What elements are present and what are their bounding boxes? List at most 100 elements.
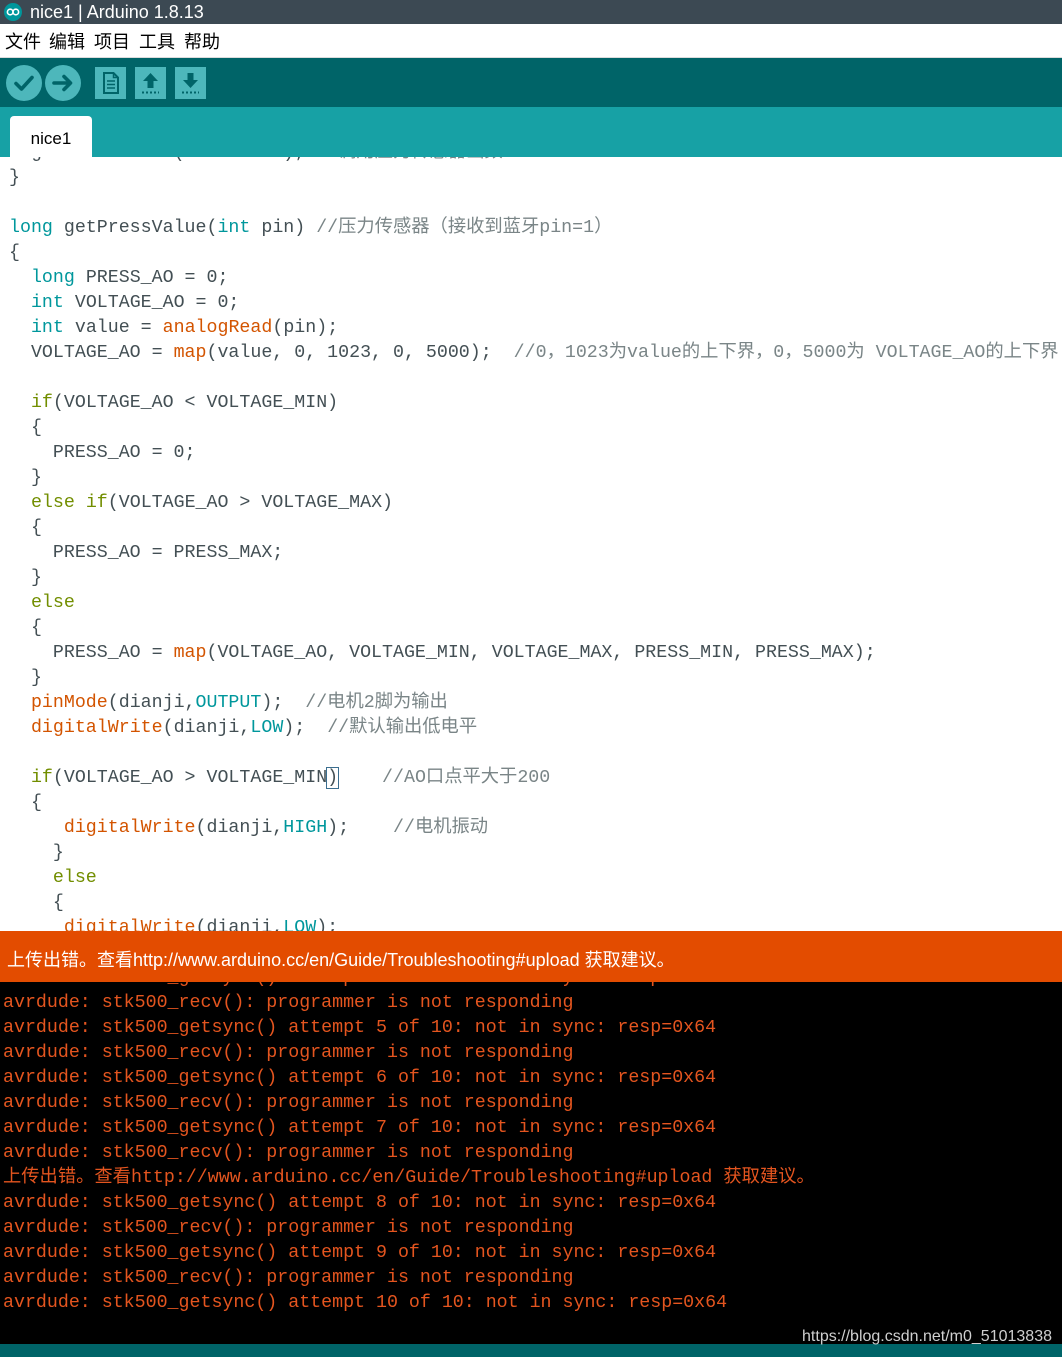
console-line: avrdude: stk500_getsync() attempt 5 of 1… bbox=[3, 1016, 1062, 1041]
code-line[interactable] bbox=[9, 366, 1062, 391]
console-text: avrdude: stk500_recv(): programmer is no… bbox=[3, 1268, 574, 1288]
code-line[interactable]: digitalWrite(dianji,LOW); //默认输出低电平 bbox=[9, 716, 1062, 741]
code-line[interactable] bbox=[9, 741, 1062, 766]
console-line: avrdude: stk500_recv(): programmer is no… bbox=[3, 1091, 1062, 1116]
code-line[interactable]: { bbox=[9, 791, 1062, 816]
menu-sketch[interactable]: 项目 bbox=[94, 24, 130, 57]
code-token: map bbox=[173, 343, 207, 363]
code-line[interactable]: { bbox=[9, 616, 1062, 641]
console-line: avrdude: stk500_getsync() attempt 6 of 1… bbox=[3, 1066, 1062, 1091]
code-token: PRESS_AO = PRESS_MAX; bbox=[9, 543, 284, 563]
code-line[interactable]: long getPressValue(int pin) //压力传感器（接收到蓝… bbox=[9, 216, 1062, 241]
code-token: ); bbox=[283, 718, 328, 738]
code-content: getPressValue(sensorPin); //调用压力传感器函数} lo… bbox=[9, 157, 1062, 931]
code-line[interactable]: int value = analogRead(pin); bbox=[9, 316, 1062, 341]
code-token: //0，1023为value的上下界，0，5000为 VOLTAGE_AO的上下… bbox=[513, 343, 1060, 363]
code-line[interactable]: long PRESS_AO = 0; bbox=[9, 266, 1062, 291]
code-token: PRESS_AO = 0; bbox=[9, 443, 196, 463]
code-line[interactable]: { bbox=[9, 241, 1062, 266]
code-line[interactable]: int VOLTAGE_AO = 0; bbox=[9, 291, 1062, 316]
code-line[interactable]: PRESS_AO = PRESS_MAX; bbox=[9, 541, 1062, 566]
code-token: if bbox=[85, 493, 108, 513]
code-line[interactable]: if(VOLTAGE_AO < VOLTAGE_MIN) bbox=[9, 391, 1062, 416]
verify-button[interactable] bbox=[6, 65, 42, 101]
code-line[interactable]: pinMode(dianji,OUTPUT); //电机2脚为输出 bbox=[9, 691, 1062, 716]
code-token: else bbox=[30, 493, 75, 513]
code-token: map bbox=[173, 643, 207, 663]
menu-edit[interactable]: 编辑 bbox=[49, 24, 85, 57]
code-token: (VOLTAGE_AO > VOLTAGE_MAX) bbox=[107, 493, 394, 513]
window-title: nice1 | Arduino 1.8.13 bbox=[30, 2, 204, 22]
code-line[interactable]: else if(VOLTAGE_AO > VOLTAGE_MAX) bbox=[9, 491, 1062, 516]
code-line[interactable]: PRESS_AO = 0; bbox=[9, 441, 1062, 466]
code-token: //电机振动 bbox=[393, 818, 489, 838]
tab-label: nice1 bbox=[30, 129, 72, 148]
tab-nice1[interactable]: nice1 bbox=[10, 116, 92, 157]
code-token: //电机2脚为输出 bbox=[305, 693, 448, 713]
code-line[interactable]: digitalWrite(dianji,HIGH); //电机振动 bbox=[9, 816, 1062, 841]
bracket-match-highlight: ) bbox=[326, 767, 340, 789]
code-line[interactable]: digitalWrite(dianji,LOW); bbox=[9, 916, 1062, 931]
code-token: digitalWrite bbox=[30, 718, 163, 738]
code-token: PRESS_AO = 0; bbox=[74, 268, 229, 288]
code-line[interactable]: } bbox=[9, 841, 1062, 866]
menu-bar: 文件 编辑 项目 工具 帮助 bbox=[0, 24, 1062, 58]
code-line[interactable]: if(VOLTAGE_AO > VOLTAGE_MIN) //AO口点平大于20… bbox=[9, 766, 1062, 791]
upload-button[interactable] bbox=[45, 65, 81, 101]
code-token: VOLTAGE_AO = 0; bbox=[63, 293, 240, 313]
console-line: avrdude: stk500_getsync() attempt 9 of 1… bbox=[3, 1241, 1062, 1266]
code-line[interactable]: } bbox=[9, 666, 1062, 691]
code-line[interactable]: getPressValue(sensorPin); //调用压力传感器函数 bbox=[9, 157, 1062, 166]
menu-help[interactable]: 帮助 bbox=[184, 24, 220, 57]
menu-tools[interactable]: 工具 bbox=[139, 24, 175, 57]
code-token: HIGH bbox=[283, 818, 328, 838]
open-button[interactable] bbox=[135, 67, 166, 99]
code-line[interactable]: { bbox=[9, 416, 1062, 441]
save-button[interactable] bbox=[175, 67, 206, 99]
console-line: 上传出错。查看http://www.arduino.cc/en/Guide/Tr… bbox=[3, 1166, 1062, 1191]
new-sketch-button[interactable] bbox=[95, 67, 126, 99]
code-editor[interactable]: getPressValue(sensorPin); //调用压力传感器函数} lo… bbox=[0, 157, 1062, 931]
code-token: getPressValue( bbox=[52, 218, 218, 238]
code-token: (dianji, bbox=[107, 693, 196, 713]
code-token: ); bbox=[327, 818, 393, 838]
console-line: avrdude: stk500_getsync() attempt 8 of 1… bbox=[3, 1191, 1062, 1216]
console-content: avrdude: stk500_getsync() attempt 4 of 1… bbox=[3, 982, 1062, 1316]
console-text: avrdude: stk500_recv(): programmer is no… bbox=[3, 993, 574, 1013]
menu-file[interactable]: 文件 bbox=[5, 24, 41, 57]
code-line[interactable]: } bbox=[9, 466, 1062, 491]
code-line[interactable] bbox=[9, 191, 1062, 216]
status-bar: 上传出错。查看http://www.arduino.cc/en/Guide/Tr… bbox=[0, 931, 1062, 982]
code-line[interactable]: { bbox=[9, 516, 1062, 541]
code-line[interactable]: } bbox=[9, 166, 1062, 191]
arrow-down-icon bbox=[182, 73, 199, 94]
console-output[interactable]: avrdude: stk500_getsync() attempt 4 of 1… bbox=[0, 982, 1062, 1344]
console-text: avrdude: stk500_getsync() attempt 8 of 1… bbox=[3, 1193, 717, 1213]
code-line[interactable]: } bbox=[9, 566, 1062, 591]
status-message: 上传出错。查看http://www.arduino.cc/en/Guide/Tr… bbox=[7, 950, 675, 970]
code-token: digitalWrite bbox=[63, 918, 196, 931]
code-token: //AO口点平大于200 bbox=[382, 768, 551, 788]
code-token: OUTPUT bbox=[195, 693, 262, 713]
console-text: avrdude: stk500_getsync() attempt 10 of … bbox=[3, 1293, 728, 1313]
code-line[interactable]: else bbox=[9, 866, 1062, 891]
code-line[interactable]: VOLTAGE_AO = map(value, 0, 1023, 0, 5000… bbox=[9, 341, 1062, 366]
code-token: (VOLTAGE_AO > VOLTAGE_MIN bbox=[52, 768, 328, 788]
code-token: { bbox=[9, 618, 42, 638]
code-line[interactable]: PRESS_AO = map(VOLTAGE_AO, VOLTAGE_MIN, … bbox=[9, 641, 1062, 666]
code-line[interactable]: else bbox=[9, 591, 1062, 616]
console-text: avrdude: stk500_recv(): programmer is no… bbox=[3, 1093, 574, 1113]
code-line[interactable]: { bbox=[9, 891, 1062, 916]
code-token: (dianji, bbox=[195, 918, 284, 931]
code-token: { bbox=[9, 893, 64, 913]
code-token: } bbox=[9, 668, 42, 688]
